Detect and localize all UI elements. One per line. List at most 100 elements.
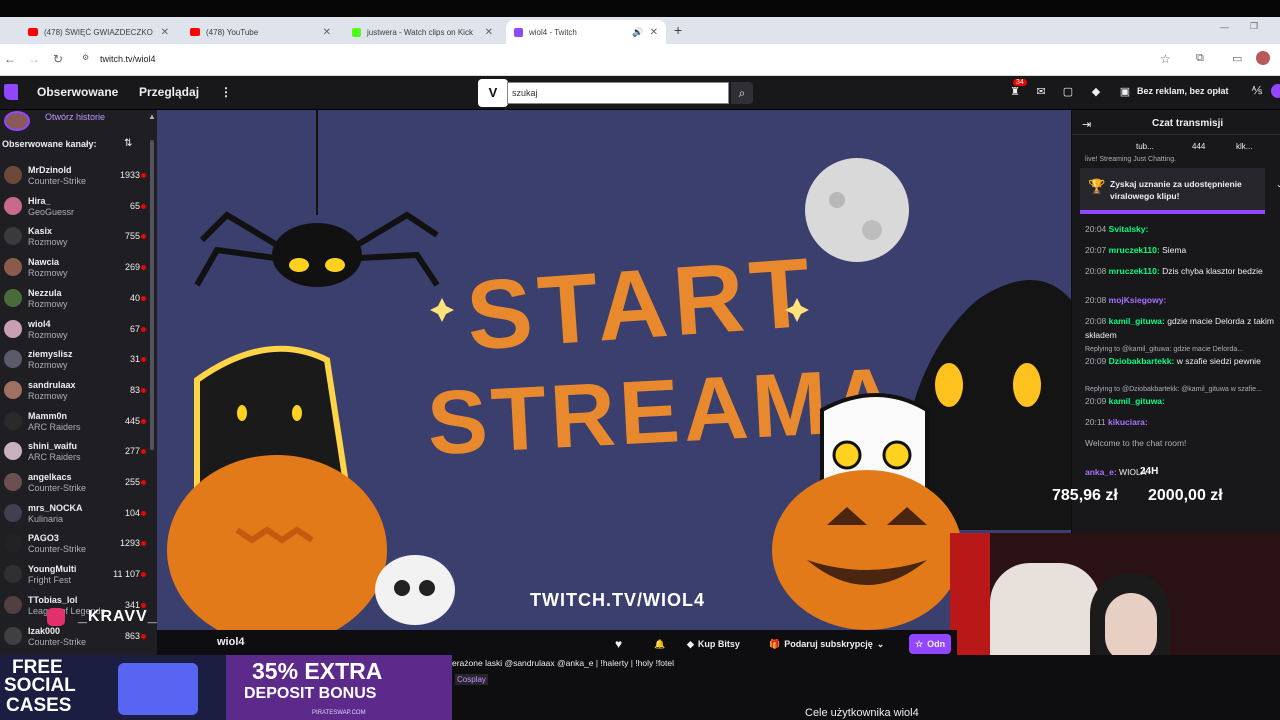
- nav-browse[interactable]: Przeglądaj: [139, 85, 199, 99]
- sidebar-channel[interactable]: Izak000 Counter-Strike 863: [0, 624, 150, 654]
- user-avatar[interactable]: [1271, 84, 1280, 98]
- chat-username[interactable]: mruczek110:: [1109, 245, 1160, 255]
- gift-sub-button[interactable]: 🎁 Podaruj subskrypcję ⌄: [769, 634, 884, 654]
- viewer-count: 40: [129, 292, 140, 303]
- chat-message[interactable]: 20:08 mojKsiegowy:: [1085, 293, 1278, 307]
- viewer-count: 1933: [119, 170, 140, 180]
- ad-free-cases[interactable]: FREE SOCIAL CASES: [0, 655, 226, 720]
- leaderboard-item-1[interactable]: tub...: [1136, 142, 1154, 151]
- counter-label: 24H: [1140, 466, 1159, 477]
- clip-banner[interactable]: 🏆 Zyskaj uznanie za udostępnienie viralo…: [1080, 168, 1280, 214]
- notifications-icon[interactable]: ♜: [1008, 85, 1022, 98]
- channel-name[interactable]: wiol4: [217, 636, 245, 648]
- channel-game: ARC Raiders: [28, 452, 81, 463]
- new-tab-button[interactable]: +: [674, 22, 682, 38]
- sidebar-channel[interactable]: Kasix Rozmowy 755: [0, 224, 150, 254]
- collapse-up-icon[interactable]: ▲: [148, 112, 156, 121]
- buy-bits-button[interactable]: ◆ Kup Bitsy: [687, 634, 740, 654]
- chat-username[interactable]: Dziobakbartekk:: [1109, 356, 1175, 366]
- bookmark-star-icon[interactable]: ☆: [1160, 52, 1171, 66]
- sidebar-channel[interactable]: Nawcia Rozmowy 269: [0, 255, 150, 285]
- close-icon[interactable]: ✕: [650, 27, 658, 38]
- follow-heart-icon[interactable]: ♥: [615, 634, 622, 654]
- channel-avatar: [4, 565, 22, 584]
- reload-icon[interactable]: ↻: [50, 52, 66, 66]
- sidebar-channel[interactable]: shini_waifu ARC Raiders 277: [0, 439, 150, 469]
- ad-deposit-bonus[interactable]: 35% EXTRA DEPOSIT BONUS PIRATESWAP.COM: [226, 655, 452, 720]
- leaderboard-item-2[interactable]: klk...: [1236, 142, 1252, 151]
- sidebar-channel[interactable]: ziemyslisz Rozmowy 31: [0, 347, 150, 377]
- extension-logo-icon[interactable]: V: [478, 79, 508, 107]
- chat-username[interactable]: mojKsiegowy:: [1109, 295, 1167, 305]
- open-history-link[interactable]: Otwórz historie: [45, 112, 105, 122]
- chat-username[interactable]: kamil_gituwa:: [1109, 316, 1165, 326]
- story-avatar[interactable]: [4, 111, 30, 131]
- category-tag[interactable]: Cosplay: [455, 674, 488, 685]
- chat-message[interactable]: 20:09 Dziobakbartekk: w szafie siedzi pe…: [1085, 354, 1278, 368]
- chat-message[interactable]: Welcome to the chat room!: [1085, 436, 1278, 450]
- browser-tab[interactable]: justwera - Watch clips on Kick ✕: [344, 20, 501, 44]
- nav-following[interactable]: Obserwowane: [37, 85, 118, 99]
- chat-message[interactable]: 20:08 kamil_gituwa: gdzie macie Delorda …: [1085, 314, 1278, 342]
- more-icon[interactable]: ⋮: [220, 85, 232, 99]
- speaker-icon[interactable]: 🔊: [632, 27, 643, 38]
- sidebar-channel[interactable]: Nezzula Rozmowy 40: [0, 286, 150, 316]
- browser-tab[interactable]: (478) ŚWIĘĆ GWIAZDECZKO alt ✕: [20, 20, 177, 44]
- chat-message[interactable]: anka_e: WIOLA: [1085, 465, 1278, 479]
- tab-title: (478) YouTube: [206, 27, 259, 37]
- chat-username[interactable]: kamil_gituwa:: [1109, 396, 1165, 406]
- sidebar-channel[interactable]: MrDzinold Counter-Strike 1933: [0, 163, 150, 193]
- chat-message[interactable]: 20:07 mruczek110: Siema: [1085, 243, 1278, 257]
- minimize-icon[interactable]: —: [1220, 22, 1229, 32]
- search-input[interactable]: szukaj: [507, 82, 729, 104]
- chat-message[interactable]: 20:11 kikuciara:: [1085, 415, 1278, 429]
- sort-icon[interactable]: ⇅: [124, 138, 132, 149]
- notification-bell-icon[interactable]: 🔔: [654, 634, 665, 654]
- chat-message[interactable]: 20:04 Svitalsky:: [1085, 222, 1278, 236]
- profile-avatar[interactable]: [1256, 51, 1270, 65]
- browser-tab-active[interactable]: wiol4 - Twitch 🔊 ✕: [506, 20, 666, 44]
- sidebar-channel[interactable]: Hira_ GeoGuessr 65: [0, 194, 150, 224]
- chevron-down-icon[interactable]: ⌄: [1276, 180, 1280, 189]
- chat-username[interactable]: mruczek110:: [1109, 266, 1160, 276]
- subscribe-label: Odn: [927, 639, 946, 649]
- back-icon[interactable]: ←: [2, 52, 18, 66]
- collapse-chat-icon[interactable]: ⇥: [1082, 118, 1091, 131]
- no-ads-button[interactable]: Bez reklam, bez opłat: [1137, 86, 1229, 96]
- sidebar-channel[interactable]: Mamm0n ARC Raiders 445: [0, 409, 150, 439]
- chat-icon[interactable]: ▢: [1061, 85, 1075, 98]
- url-input[interactable]: twitch.tv/wiol4: [100, 54, 156, 64]
- sidebar-channel[interactable]: PAGO3 Counter-Strike 1293: [0, 531, 150, 561]
- extensions-icon[interactable]: ⧉: [1196, 52, 1204, 65]
- sidebar-channel[interactable]: YoungMulti Fright Fest 11 107: [0, 562, 150, 592]
- whispers-icon[interactable]: ✉: [1034, 85, 1048, 98]
- forward-icon[interactable]: →: [26, 52, 42, 66]
- sidebar-toggle-icon[interactable]: ▭: [1232, 52, 1242, 65]
- close-icon[interactable]: ✕: [323, 27, 331, 38]
- stream-video[interactable]: START STREAMA TWITCH.TV/WIOL4: [157, 110, 1071, 630]
- sidebar-channel[interactable]: wiol4 Rozmowy 67: [0, 317, 150, 347]
- address-bar-row: ← → ↻ ⚙ twitch.tv/wiol4 ☆ ⧉ ▭: [0, 44, 1280, 76]
- close-icon[interactable]: ✕: [485, 27, 493, 38]
- channel-name: Mamm0n: [28, 410, 68, 421]
- twitch-logo-icon[interactable]: [4, 84, 18, 100]
- chat-username[interactable]: anka_e:: [1085, 467, 1117, 477]
- sidebar-channel[interactable]: sandrulaax Rozmowy 83: [0, 378, 150, 408]
- chat-username[interactable]: kikuciara:: [1108, 417, 1148, 427]
- instagram-overlay: [157, 600, 207, 630]
- prime-crown-icon[interactable]: ◆: [1089, 85, 1103, 98]
- search-icon[interactable]: ⌕: [731, 82, 753, 104]
- site-info-icon[interactable]: ⚙: [82, 53, 89, 62]
- chat-message[interactable]: 20:08 mruczek110: Dzis chyba klasztor be…: [1085, 264, 1278, 278]
- sidebar-channel[interactable]: angelkacs Counter-Strike 255: [0, 470, 150, 500]
- sidebar-scrollbar[interactable]: [150, 140, 154, 450]
- maximize-icon[interactable]: ❐: [1250, 21, 1258, 32]
- chat-username[interactable]: Svitalsky:: [1109, 224, 1149, 234]
- close-icon[interactable]: ✕: [161, 27, 169, 38]
- translate-icon[interactable]: ⅍: [1250, 85, 1264, 97]
- browser-tab[interactable]: (478) YouTube ✕: [182, 20, 339, 44]
- subscribe-button[interactable]: ☆ Odn: [909, 634, 952, 654]
- chat-message[interactable]: 20:09 kamil_gituwa:: [1085, 394, 1278, 408]
- tab-title: (478) ŚWIĘĆ GWIAZDECZKO alt: [44, 27, 154, 37]
- sidebar-channel[interactable]: mrs_NOCKA Kulinaria 104: [0, 501, 150, 531]
